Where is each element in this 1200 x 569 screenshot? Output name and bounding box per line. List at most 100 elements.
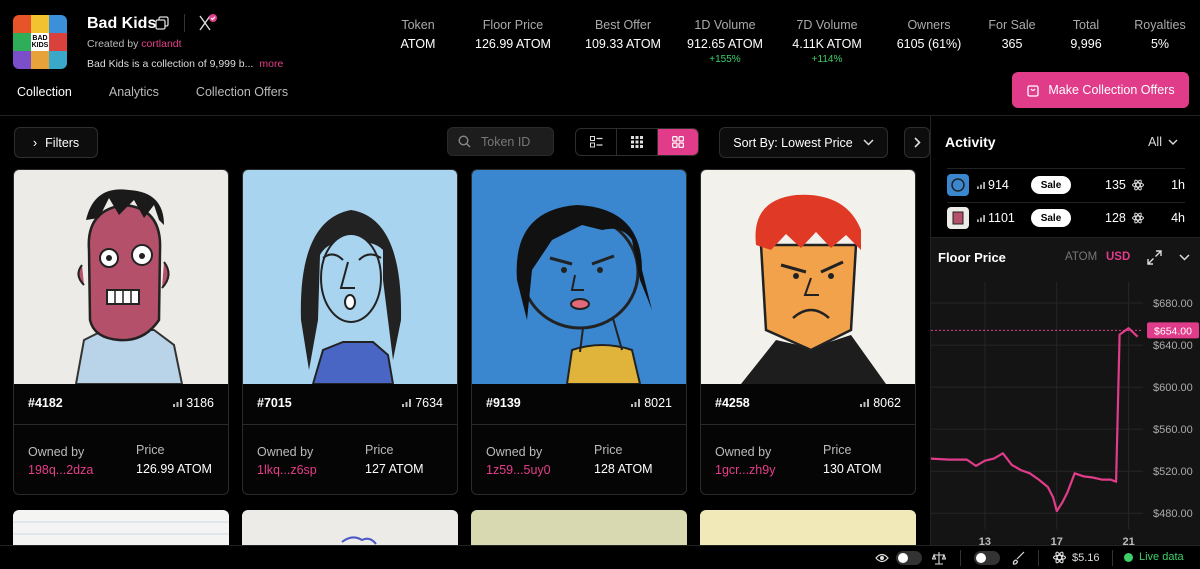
footer-separator xyxy=(960,550,961,566)
brush-icon[interactable] xyxy=(1012,551,1026,565)
owner-address[interactable]: 1lkq...z6sp xyxy=(257,463,317,477)
nft-image xyxy=(472,170,686,384)
chevron-right-icon xyxy=(913,137,921,148)
owner-address[interactable]: 1z59...5uy0 xyxy=(486,463,551,477)
price-value: 130 ATOM xyxy=(823,462,882,476)
bag-icon xyxy=(1027,85,1040,97)
theme-toggle-group[interactable] xyxy=(974,551,1000,565)
nft-card-partial[interactable] xyxy=(13,510,229,550)
token-id: #9139 xyxy=(486,396,521,410)
owned-by-label: Owned by xyxy=(28,445,85,459)
stat-total: Total 9,996 xyxy=(1070,18,1102,51)
live-data-label: Live data xyxy=(1139,551,1184,563)
nft-card-partial[interactable] xyxy=(700,510,916,550)
price-value: 126.99 ATOM xyxy=(136,462,212,476)
nft-card[interactable]: #4182 3186 Owned by 198q...2dza Price 12… xyxy=(13,169,229,495)
owner-address[interactable]: 198q...2dza xyxy=(28,463,93,477)
y-tick-label: $600.00 xyxy=(1153,382,1193,394)
collection-header: BAD KIDS Bad Kids Created by cortlandt B… xyxy=(0,0,1200,116)
theme-toggle[interactable] xyxy=(974,551,1000,565)
y-tick-label: $640.00 xyxy=(1153,340,1193,352)
price-label: Price xyxy=(823,443,852,457)
activity-time: 4h xyxy=(1171,211,1185,225)
atom-price: $5.16 xyxy=(1053,551,1100,564)
filters-label: Filters xyxy=(45,135,80,150)
filters-button[interactable]: › Filters xyxy=(14,127,98,158)
stat-best-offer: Best Offer 109.33 ATOM xyxy=(585,18,661,51)
rarity-rank: 3186 xyxy=(173,396,214,410)
card-divider xyxy=(14,424,228,425)
activity-panel: Activity All 914 Sale 135 1h 1101 Sale 1… xyxy=(930,116,1200,546)
activity-filter-dropdown[interactable]: All xyxy=(1148,135,1178,149)
y-tick-label: $560.00 xyxy=(1153,424,1193,436)
atom-price-value: $5.16 xyxy=(1072,551,1100,564)
nft-card[interactable]: #4258 8062 Owned by 1gcr...zh9y Price 13… xyxy=(700,169,916,495)
chevron-down-icon xyxy=(863,139,874,146)
nft-card[interactable]: #9139 8021 Owned by 1z59...5uy0 Price 12… xyxy=(471,169,687,495)
token-id: #7015 xyxy=(257,396,292,410)
owner-address[interactable]: 1gcr...zh9y xyxy=(715,463,775,477)
collection-name: Bad Kids xyxy=(87,15,157,32)
rarity-rank: 7634 xyxy=(402,396,443,410)
activity-filter-label: All xyxy=(1148,135,1162,149)
visibility-toggle[interactable] xyxy=(896,551,922,565)
more-link[interactable]: more xyxy=(259,58,283,70)
tab-collection[interactable]: Collection xyxy=(17,85,72,99)
currency-usd-toggle[interactable]: USD xyxy=(1106,251,1130,263)
nft-image xyxy=(14,170,228,384)
nft-card[interactable]: #7015 7634 Owned by 1lkq...z6sp Price 12… xyxy=(242,169,458,495)
activity-row[interactable]: 914 Sale 135 1h xyxy=(947,170,1185,200)
grid-view-button[interactable] xyxy=(658,129,698,155)
logo-text: BAD KIDS xyxy=(31,33,49,51)
floor-price-panel: Floor Price ATOM USD $680.00 $640.00 $600.… xyxy=(931,237,1200,546)
y-tick-label: $520.00 xyxy=(1153,466,1193,478)
rarity-rank: 8021 xyxy=(631,396,672,410)
chevron-down-icon[interactable] xyxy=(1179,254,1190,261)
nft-card-partial[interactable] xyxy=(471,510,687,550)
activity-rank: 1101 xyxy=(977,211,1017,225)
sale-badge: Sale xyxy=(1031,176,1071,194)
owned-by-label: Owned by xyxy=(257,445,314,459)
list-view-icon xyxy=(589,136,602,148)
search-input[interactable]: Token ID xyxy=(481,135,530,149)
tab-collection-offers[interactable]: Collection Offers xyxy=(196,85,288,99)
rank-bars-icon xyxy=(631,399,641,407)
owned-by-label: Owned by xyxy=(715,445,772,459)
y-tick-label: $480.00 xyxy=(1153,508,1193,520)
expand-icon[interactable] xyxy=(1147,250,1162,265)
header-divider xyxy=(184,14,185,32)
live-status-dot xyxy=(1124,552,1133,562)
token-id-search[interactable]: Token ID xyxy=(447,127,554,156)
currency-atom-toggle[interactable]: ATOM xyxy=(1065,251,1097,263)
rank-bars-icon xyxy=(173,399,183,407)
current-price-label: $654.00 xyxy=(1154,325,1192,337)
x-twitter-icon[interactable] xyxy=(198,13,218,33)
copy-icon[interactable] xyxy=(155,16,169,30)
activity-row[interactable]: 1101 Sale 128 4h xyxy=(947,203,1185,233)
price-label: Price xyxy=(365,443,394,457)
toggle-activity-panel-button[interactable] xyxy=(904,127,930,158)
sort-dropdown[interactable]: Sort By: Lowest Price xyxy=(719,127,888,158)
eye-toggle-group[interactable] xyxy=(875,551,922,565)
atom-icon xyxy=(1131,179,1144,191)
card-header: #4182 3186 xyxy=(28,396,214,410)
tab-analytics[interactable]: Analytics xyxy=(109,85,159,99)
price-label: Price xyxy=(136,443,165,457)
creator-line: Created by cortlandt xyxy=(87,38,182,50)
search-icon xyxy=(458,135,471,148)
collection-tabs: Collection Analytics Collection Offers xyxy=(17,85,325,99)
list-view-button[interactable] xyxy=(576,129,617,155)
chevron-right-icon: › xyxy=(32,135,38,150)
scale-icon[interactable] xyxy=(932,551,946,565)
nft-card-partial[interactable] xyxy=(242,510,458,550)
y-tick-label: $680.00 xyxy=(1153,298,1193,310)
dense-grid-view-button[interactable] xyxy=(617,129,658,155)
chevron-down-icon xyxy=(1168,139,1178,145)
footer-separator xyxy=(1112,550,1113,566)
make-collection-offers-button[interactable]: Make Collection Offers xyxy=(1012,72,1189,108)
creator-link[interactable]: cortlandt xyxy=(141,38,181,50)
card-divider xyxy=(472,424,686,425)
view-mode-switcher xyxy=(575,128,699,156)
activity-time: 1h xyxy=(1171,178,1185,192)
stat-owners: Owners 6105 (61%) xyxy=(896,18,962,51)
